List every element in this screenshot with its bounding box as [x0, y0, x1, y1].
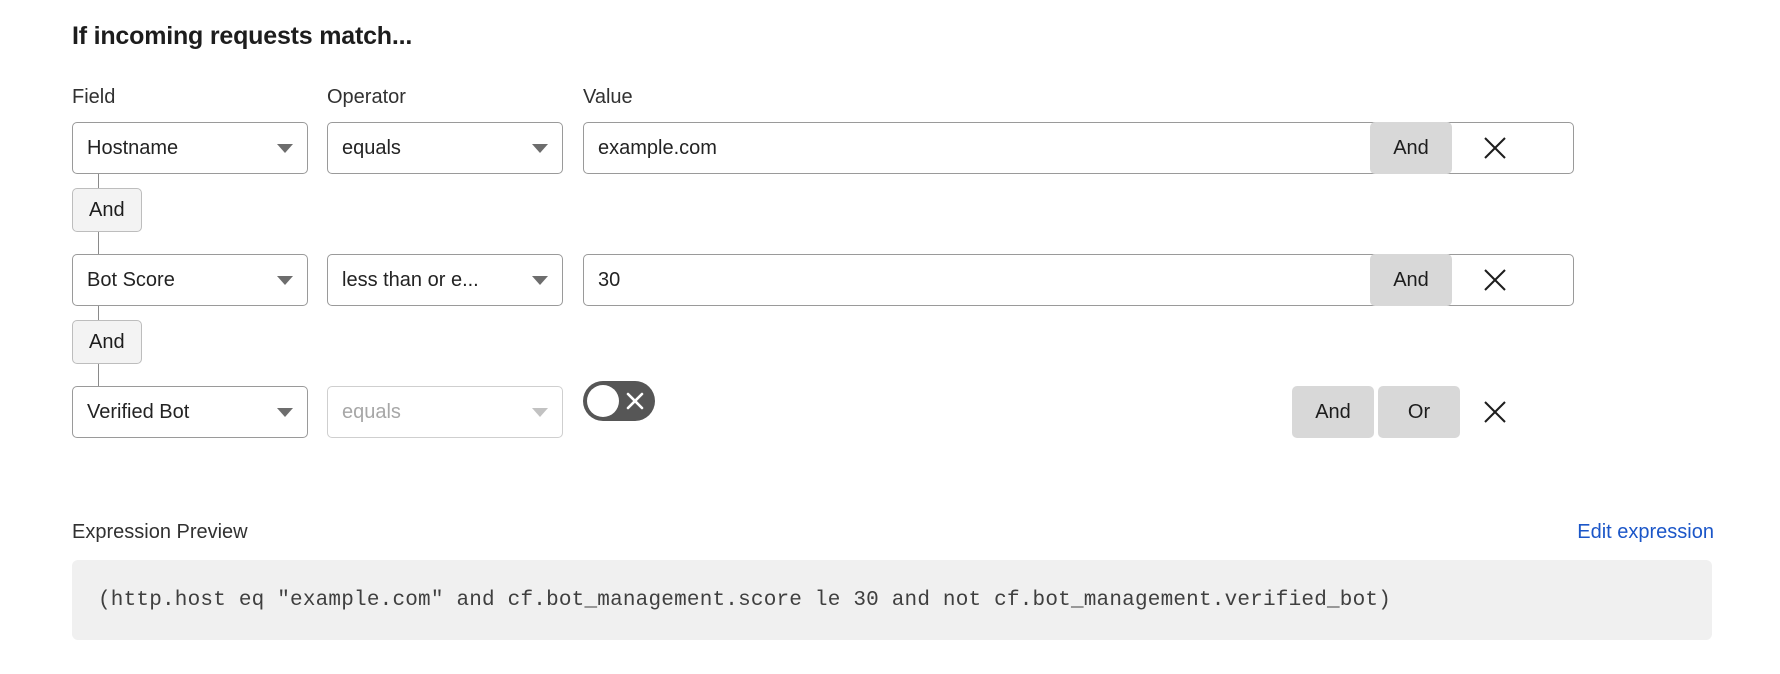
rule-row: Bot Score less than or e... 30 And	[72, 254, 1712, 306]
operator-select-row-2[interactable]: less than or e...	[327, 254, 563, 306]
close-icon	[1484, 401, 1506, 423]
field-select-value: Bot Score	[87, 268, 175, 291]
connector-line-top	[98, 174, 99, 188]
operator-select-value: less than or e...	[342, 268, 479, 291]
connector-and-chip-1[interactable]: And	[72, 188, 142, 232]
chevron-down-icon	[532, 143, 548, 153]
value-input-text: example.com	[598, 136, 717, 159]
field-select-row-3[interactable]: Verified Bot	[72, 386, 308, 438]
field-select-row-2[interactable]: Bot Score	[72, 254, 308, 306]
chevron-down-icon	[277, 143, 293, 153]
and-button-row-3[interactable]: And	[1292, 386, 1374, 438]
column-header-value: Value	[583, 86, 633, 108]
close-icon	[1484, 269, 1506, 291]
connector-line-top	[98, 306, 99, 320]
page-title: If incoming requests match...	[72, 22, 413, 50]
or-button-row-3[interactable]: Or	[1378, 386, 1460, 438]
operator-select-row-3[interactable]: equals	[327, 386, 563, 438]
column-header-operator: Operator	[327, 86, 406, 108]
rule-builder-panel: If incoming requests match... Field Oper…	[0, 0, 1780, 674]
close-icon	[1484, 137, 1506, 159]
chevron-down-icon	[277, 275, 293, 285]
and-button-row-1[interactable]: And	[1370, 122, 1452, 174]
remove-condition-row-2[interactable]	[1469, 254, 1521, 306]
operator-select-value: equals	[342, 136, 401, 159]
column-header-field: Field	[72, 86, 116, 108]
rule-row: Hostname equals example.com And	[72, 122, 1712, 174]
toggle-knob	[587, 385, 619, 417]
chevron-down-icon	[532, 275, 548, 285]
remove-condition-row-3[interactable]	[1469, 386, 1521, 438]
toggle-off-x-icon	[626, 392, 644, 410]
row-connector-1: And	[72, 174, 272, 266]
value-input-text: 30	[598, 268, 621, 291]
field-select-value: Verified Bot	[87, 400, 190, 423]
operator-select-row-1[interactable]: equals	[327, 122, 563, 174]
operator-select-placeholder: equals	[342, 400, 401, 423]
chevron-down-icon	[277, 407, 293, 417]
rule-row: Verified Bot equals And Or	[72, 381, 1712, 438]
connector-and-chip-2[interactable]: And	[72, 320, 142, 364]
field-select-value: Hostname	[87, 136, 179, 159]
expression-preview-text: (http.host eq "example.com" and cf.bot_m…	[98, 588, 1392, 612]
edit-expression-link[interactable]: Edit expression	[1577, 521, 1714, 544]
row-connector-2: And	[72, 306, 272, 398]
and-button-row-2[interactable]: And	[1370, 254, 1452, 306]
field-select-row-1[interactable]: Hostname	[72, 122, 308, 174]
expression-preview-label: Expression Preview	[72, 521, 248, 543]
expression-preview-box: (http.host eq "example.com" and cf.bot_m…	[72, 560, 1712, 640]
remove-condition-row-1[interactable]	[1469, 122, 1521, 174]
verified-bot-toggle[interactable]	[583, 381, 655, 421]
chevron-down-icon	[532, 407, 548, 417]
